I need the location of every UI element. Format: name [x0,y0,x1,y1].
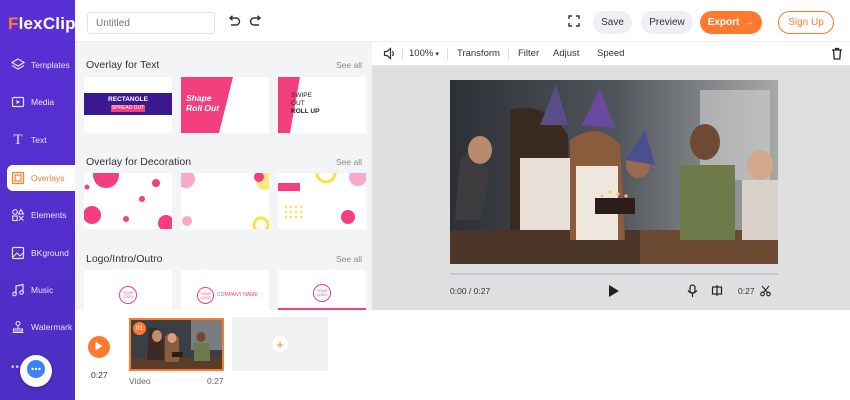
chat-icon [26,359,46,384]
arrow-right-icon: → [744,17,755,28]
see-all-link[interactable]: See all [336,60,362,70]
decoration-card-pattern[interactable] [278,173,366,229]
redo-icon[interactable] [249,14,263,28]
clip-index-badge: 01 [133,322,146,335]
decoration-card-bubbles[interactable] [181,173,269,229]
timeline-clip[interactable]: 01 [129,318,224,371]
watermark-icon [9,318,27,336]
save-button[interactable]: Save [593,11,632,34]
see-all-link[interactable]: See all [336,157,362,167]
logo-card-2[interactable]: YOUR LOGO COMPANY NAME [181,270,269,310]
sidebar-item-label: Watermark [31,322,73,332]
sidebar-item-label: Media [31,97,55,107]
sidebar-item-music[interactable]: Music [7,277,75,303]
music-icon [9,281,27,299]
plus-icon: + [272,336,288,352]
timeline: 0:27 01 Video 0:27 + [75,310,850,400]
clip-label: Video [129,376,151,386]
overlay-card-swipe[interactable]: SWIPE OUT ROLL UP [278,77,366,133]
split-icon[interactable] [711,284,723,302]
preview-button[interactable]: Preview [641,11,693,34]
sidebar-item-bkground[interactable]: BKground [7,240,75,266]
transform-button[interactable]: Transform [457,48,500,59]
clip-duration-label: 0:27 [207,376,224,386]
preview-stage: 0:00 / 0:27 0:27 [372,66,850,310]
sidebar-item-elements[interactable]: Elements [7,202,75,228]
sidebar-item-overlays[interactable]: Overlays [7,165,75,191]
overlay-card-rectangle[interactable]: RECTANGLE SPREAD OUT [84,77,172,133]
section-title: Overlay for Text [86,59,160,71]
sidebar-item-label: BKground [31,248,69,258]
sidebar-item-watermark[interactable]: Watermark [7,314,75,340]
sidebar-item-label: Templates [31,60,70,70]
clip-duration: 0:27 [738,286,755,296]
overlays-icon [9,169,27,187]
layers-icon [9,56,27,74]
microphone-icon[interactable] [687,284,698,303]
logo-card-1[interactable]: YOUR LOGO [84,270,172,310]
sidebar-item-templates[interactable]: Templates [7,52,75,78]
app-logo[interactable]: FlexClip [8,14,76,34]
adjust-button[interactable]: Adjust [553,48,579,59]
media-icon [9,93,27,111]
zoom-select[interactable]: 100% ▾ [409,48,439,59]
elements-icon [9,206,27,224]
filter-button[interactable]: Filter [518,48,539,59]
play-icon [95,338,103,356]
speed-button[interactable]: Speed [597,48,624,59]
sidebar: FlexClip Templates Media T Text Overlays… [0,0,76,400]
video-frame[interactable] [450,80,778,264]
logo-card-3[interactable]: YOUR LOGO [278,270,366,310]
preview-toolbar: 100% ▾ Transform Filter Adjust Speed [372,42,850,66]
top-bar: Save Preview Export→ Sign Up [75,0,850,42]
sidebar-item-media[interactable]: Media [7,89,75,115]
decoration-card-circles[interactable] [84,173,172,229]
speaker-icon[interactable] [383,47,396,65]
sidebar-item-label: Music [31,285,54,295]
add-clip-button[interactable]: + [232,317,328,371]
play-icon[interactable] [608,284,620,303]
background-icon [9,244,27,262]
export-button[interactable]: Export → [700,11,762,34]
undo-icon[interactable] [227,14,241,28]
playback-time: 0:00 / 0:27 [450,286,491,296]
overlay-card-shape[interactable]: Shape Roll Out [181,77,269,133]
sidebar-item-label: Elements [31,210,67,220]
fullscreen-icon[interactable] [567,14,581,28]
sidebar-item-label: Text [31,135,47,145]
overlays-panel: Overlay for Text See all RECTANGLE SPREA… [75,42,372,310]
timeline-time: 0:27 [91,370,108,380]
see-all-link[interactable]: See all [336,254,362,264]
chat-button[interactable] [20,355,52,387]
sidebar-item-text[interactable]: T Text [7,127,75,153]
playback-progress-bar[interactable] [450,273,778,275]
trash-icon[interactable] [831,47,843,65]
timeline-play-button[interactable] [88,336,110,358]
section-title: Logo/Intro/Outro [86,253,163,265]
project-title-input[interactable] [87,12,215,34]
text-icon: T [13,131,23,148]
chevron-down-icon: ▾ [435,51,439,58]
sign-up-button[interactable]: Sign Up [778,11,834,34]
section-title: Overlay for Decoration [86,156,192,168]
scissors-icon[interactable] [760,284,771,302]
sidebar-item-label: Overlays [31,173,65,183]
